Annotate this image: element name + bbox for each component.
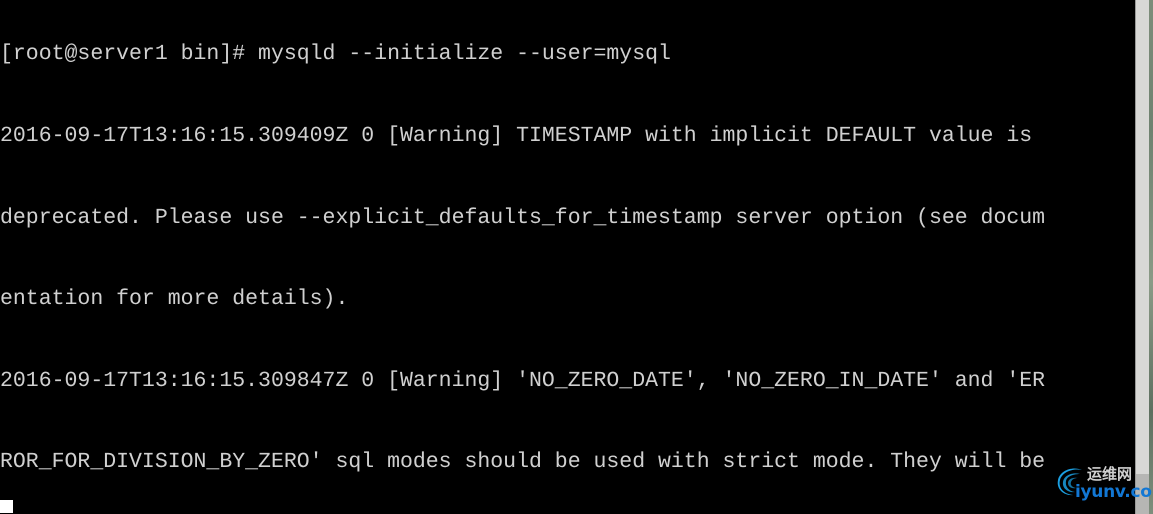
scrollbar-down-arrow-button[interactable] bbox=[1136, 474, 1150, 514]
terminal-line: entation for more details). bbox=[0, 287, 349, 312]
terminal-window: [root@server1 bin]# mysqld --initialize … bbox=[0, 0, 1153, 514]
terminal-line: 2016-09-17T13:16:15.309409Z 0 [Warning] … bbox=[0, 124, 1033, 148]
scrollbar-thumb[interactable] bbox=[1136, 0, 1150, 474]
vertical-scrollbar[interactable] bbox=[1135, 0, 1150, 514]
terminal-line: deprecated. Please use --explicit_defaul… bbox=[0, 205, 1046, 230]
terminal-output-area[interactable]: [root@server1 bin]# mysqld --initialize … bbox=[0, 0, 1135, 514]
terminal-line: ROR_FOR_DIVISION_BY_ZERO' sql modes shou… bbox=[0, 450, 1046, 475]
terminal-text-buffer: [root@server1 bin]# mysqld --initialize … bbox=[0, 0, 1135, 514]
terminal-cursor bbox=[0, 500, 13, 513]
terminal-line: [root@server1 bin]# mysqld --initialize … bbox=[0, 42, 671, 67]
window-right-edge bbox=[1149, 0, 1153, 514]
terminal-line: 2016-09-17T13:16:15.309847Z 0 [Warning] … bbox=[0, 368, 1046, 393]
